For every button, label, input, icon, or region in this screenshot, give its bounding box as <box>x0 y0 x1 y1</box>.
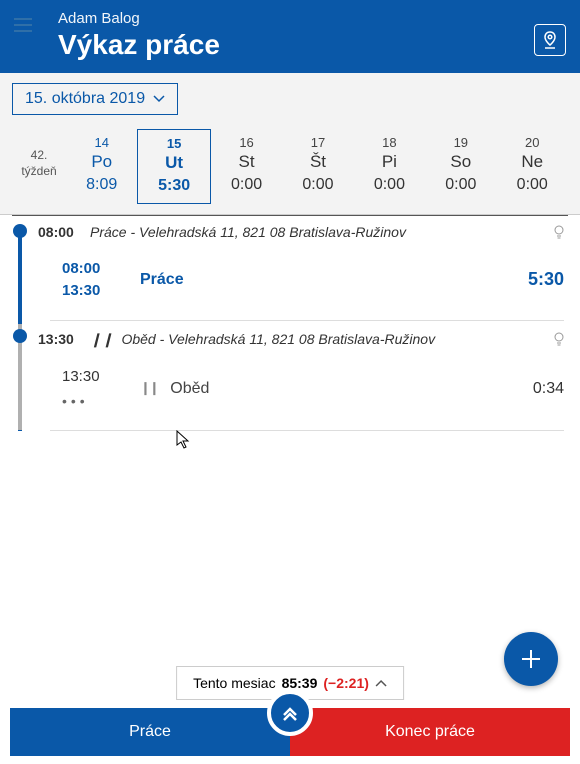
timeline-dot <box>13 329 27 343</box>
pause-icon: ❙❙ <box>90 331 113 348</box>
add-button[interactable] <box>504 632 558 686</box>
timeline-entry-lunch[interactable]: 13:30 ••• ❙❙ Oběd 0:34 <box>12 348 568 430</box>
entry-duration: 0:34 <box>533 380 568 398</box>
divider <box>50 320 564 321</box>
end-work-button[interactable]: Konec práce <box>290 708 570 756</box>
user-name: Adam Balog <box>58 10 534 27</box>
divider <box>50 430 564 431</box>
location-button[interactable] <box>534 24 566 56</box>
plus-icon <box>519 647 543 671</box>
day-cell-fri[interactable]: 18 Pi 0:00 <box>354 129 425 204</box>
entry-times: 13:30 ••• <box>62 366 126 412</box>
app-header: Adam Balog Výkaz práce <box>0 0 580 73</box>
location-pin-icon <box>542 31 558 49</box>
day-cell-wed[interactable]: 16 St 0:00 <box>211 129 282 204</box>
chevron-up-icon <box>375 679 387 687</box>
date-bar: 15. októbra 2019 42. týždeň 14 Po 8:09 1… <box>0 73 580 215</box>
mouse-cursor-icon <box>176 430 192 450</box>
timeline-section-head: 13:30 ❙❙ Oběd - Velehradská 11, 821 08 B… <box>12 331 568 348</box>
expand-button[interactable] <box>267 690 313 736</box>
day-cell-thu[interactable]: 17 Št 0:00 <box>282 129 353 204</box>
chevron-down-icon <box>153 95 165 103</box>
double-chevron-up-icon <box>280 703 300 723</box>
summary-diff: (−2:21) <box>323 675 369 691</box>
lightbulb-icon <box>554 332 564 346</box>
day-cell-mon[interactable]: 14 Po 8:09 <box>66 129 137 204</box>
date-picker-label: 15. októbra 2019 <box>25 90 145 108</box>
week-row: 42. týždeň 14 Po 8:09 15 Ut 5:30 16 St 0… <box>12 129 568 214</box>
timeline-entry-work[interactable]: 08:00 13:30 Práce 5:30 <box>12 240 568 320</box>
menu-icon[interactable] <box>14 18 32 32</box>
entry-times: 08:00 13:30 <box>62 258 126 302</box>
day-cells: 14 Po 8:09 15 Ut 5:30 16 St 0:00 17 Št 0… <box>66 129 568 204</box>
timeline-section-head: 08:00 Práce - Velehradská 11, 821 08 Bra… <box>12 224 568 240</box>
day-cell-tue[interactable]: 15 Ut 5:30 <box>137 129 210 204</box>
entry-kind: Práce <box>126 271 528 289</box>
week-number-label: 42. týždeň <box>12 129 66 204</box>
lightbulb-icon <box>554 225 564 239</box>
summary-hours: 85:39 <box>282 675 318 691</box>
timeline-dot <box>13 224 27 238</box>
day-cell-sat[interactable]: 19 So 0:00 <box>425 129 496 204</box>
bottom-bar: Práce Konec práce <box>10 708 570 756</box>
timeline: 08:00 Práce - Velehradská 11, 821 08 Bra… <box>0 216 580 431</box>
summary-label: Tento mesiac <box>193 675 275 691</box>
header-titles: Adam Balog Výkaz práce <box>58 10 534 61</box>
entry-kind: ❙❙ Oběd <box>126 380 533 398</box>
page-title: Výkaz práce <box>58 29 534 61</box>
day-cell-sun[interactable]: 20 Ne 0:00 <box>497 129 568 204</box>
ellipsis-icon: ••• <box>62 391 126 411</box>
start-work-button[interactable]: Práce <box>10 708 290 756</box>
entry-duration: 5:30 <box>528 269 568 290</box>
pause-icon: ❙❙ <box>140 380 158 396</box>
date-picker-button[interactable]: 15. októbra 2019 <box>12 83 178 115</box>
